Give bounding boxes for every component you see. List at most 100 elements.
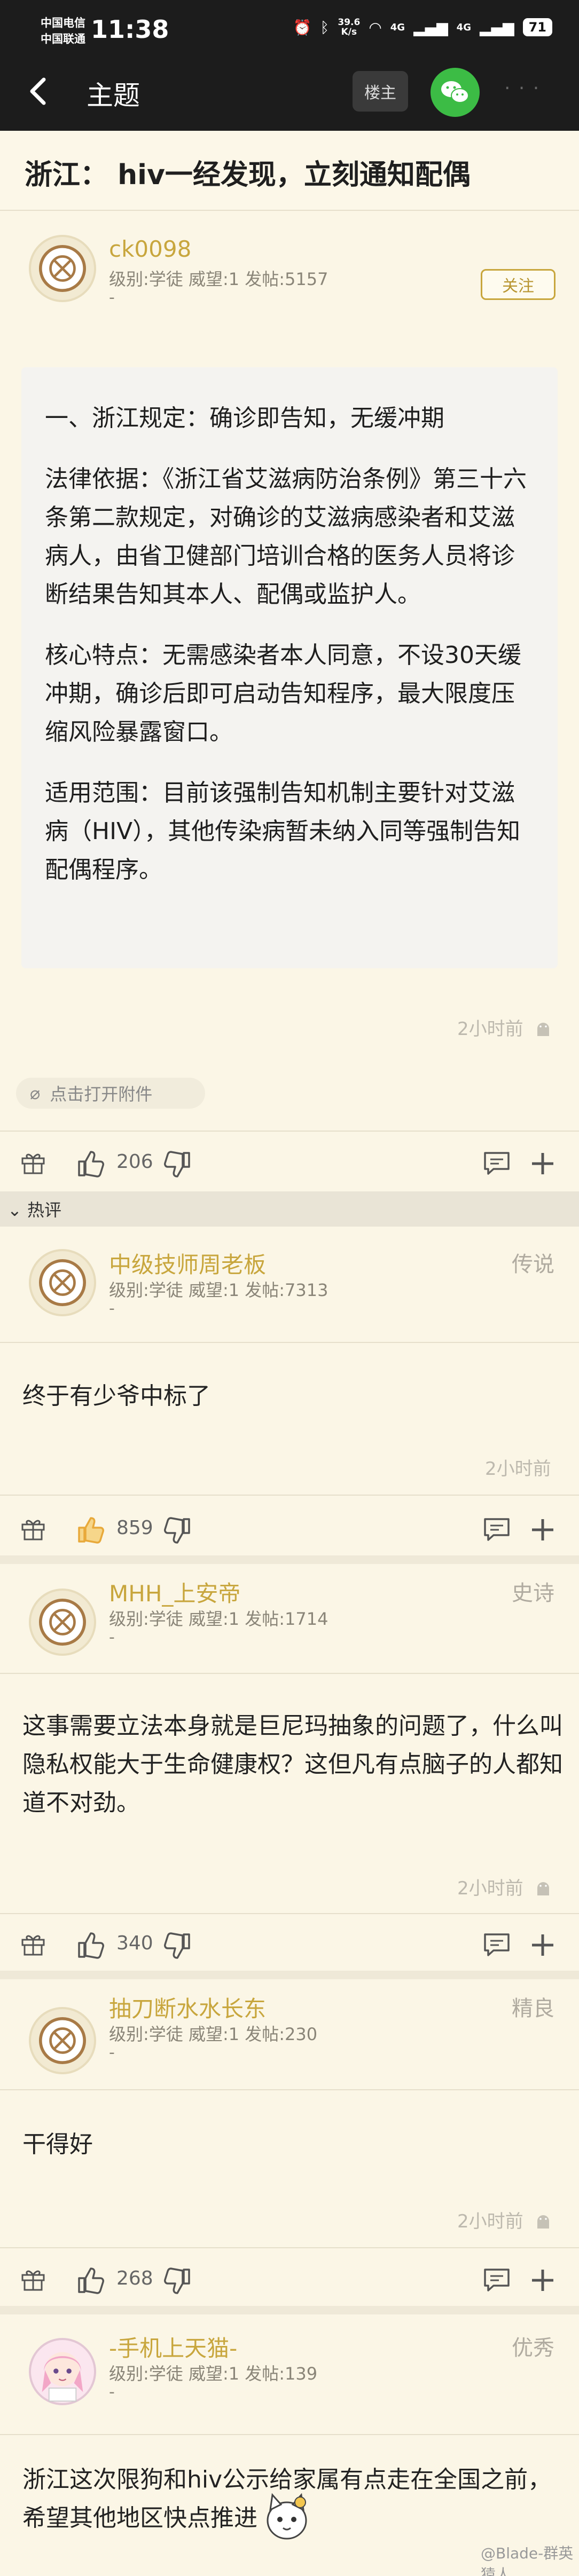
reply-username[interactable]: 抽刀断水水长东 (109, 1991, 266, 2024)
main-post-content: 一、浙江规定：确诊即告知，无缓冲期 法律依据：《浙江省艾滋病防治条例》第三十六条… (21, 367, 558, 968)
comment-icon[interactable] (483, 1517, 511, 1542)
reply-username[interactable]: 中级技师周老板 (109, 1247, 266, 1279)
thumbs-up-icon[interactable] (76, 1149, 106, 1179)
watermark: @Blade-群英猿人 (481, 2545, 574, 2576)
reply-username[interactable]: MHH_上安帝 (109, 1576, 240, 1608)
signal-2: 4G (456, 21, 471, 33)
rank-badge: 优秀 (512, 2336, 554, 2360)
like-count: 206 (116, 1151, 153, 1173)
plus-icon[interactable] (529, 1150, 557, 1178)
divider (0, 2089, 579, 2090)
rank-badge: 精良 (512, 1996, 554, 2021)
reply-meta: 级别:学徒 威望:1 发帖:7313 (109, 1280, 328, 1300)
thread-title: 浙江： hiv一经发现，立刻通知配偶 (0, 131, 579, 211)
divider (0, 1495, 579, 1496)
divider (0, 1673, 579, 1674)
page-title: 主题 (87, 80, 140, 111)
default-avatar-icon (38, 2017, 87, 2065)
post-time: 2小时前 (457, 1014, 551, 1040)
reply-username[interactable]: -手机上天猫- (109, 2330, 237, 2363)
divider (0, 1131, 579, 1132)
author-meta: 级别:学徒 威望:1 发帖:5157 (109, 269, 328, 289)
thumbs-down-icon[interactable] (162, 1150, 192, 1180)
status-bar: 中国电信 中国联通 11:38 ⏰ ᛒ 39.6 K/s ◠ 4G ▂▄▆ 4G … (0, 0, 579, 56)
reply-meta: 级别:学徒 威望:1 发帖:139 (109, 2364, 318, 2384)
system-icons: ⏰ ᛒ 39.6 K/s ◠ 4G ▂▄▆ 4G ▂▄▆ 71 (293, 18, 552, 37)
clock: 11:38 (91, 15, 169, 44)
rank-badge: 史诗 (512, 1581, 554, 1606)
hot-comments-header[interactable]: ⌄ 热评 (0, 1191, 579, 1227)
reply-dash: - (109, 1628, 115, 1647)
thumbs-up-icon[interactable] (76, 1930, 106, 1960)
main-post-actions: 206 (0, 1136, 579, 1189)
more-menu-button[interactable]: · · · (504, 77, 540, 99)
post-separator (0, 1971, 579, 1979)
gift-icon[interactable] (20, 2267, 46, 2292)
post-paragraph: 适用范围：目前该强制告知机制主要针对艾滋病（HIV），其他传染病暂未纳入同等强制… (45, 779, 521, 883)
default-avatar-icon (38, 1259, 87, 1307)
alarm-icon: ⏰ (293, 18, 312, 36)
avatar[interactable] (29, 1249, 96, 1316)
divider (0, 2247, 579, 2248)
back-arrow-icon[interactable] (24, 75, 56, 107)
comment-icon[interactable] (483, 2267, 511, 2292)
reply-content: 终于有少爷中标了 (22, 1382, 210, 1410)
thumbs-up-icon[interactable] (76, 2265, 106, 2295)
hot-comments-label: 热评 (27, 1200, 61, 1220)
post-paragraph: 一、浙江规定：确诊即告知，无缓冲期 (45, 405, 444, 432)
battery-level: 71 (522, 18, 552, 36)
like-count: 340 (116, 1932, 153, 1954)
signal-bars-icon: ▂▄▆ (413, 18, 448, 36)
android-device-icon (537, 2215, 550, 2229)
reply-dash: - (109, 2383, 115, 2401)
author-username[interactable]: ck0098 (109, 236, 191, 262)
op-only-button[interactable]: 楼主 (353, 71, 408, 112)
thumbs-down-icon[interactable] (162, 1516, 192, 1546)
gift-icon[interactable] (20, 1932, 46, 1957)
divider (0, 1342, 579, 1343)
wifi-icon: ◠ (369, 18, 382, 36)
gift-icon[interactable] (20, 1151, 46, 1175)
comment-icon[interactable] (483, 1151, 511, 1175)
reply-meta: 级别:学徒 威望:1 发帖:230 (109, 2024, 318, 2044)
reply-actions: 859 (0, 1502, 579, 1555)
thumbs-up-icon-active[interactable] (76, 1515, 106, 1545)
thumbs-down-icon[interactable] (162, 2266, 192, 2296)
plus-icon[interactable] (529, 1931, 557, 1959)
avatar[interactable] (29, 2007, 96, 2074)
reply-time: 2小时前 (457, 2207, 551, 2233)
carrier-2: 中国联通 (41, 33, 85, 45)
chevron-down-icon: ⌄ (7, 1200, 22, 1220)
default-avatar-icon (38, 244, 87, 293)
paperclip-icon: ⌀ (30, 1083, 41, 1103)
attachment-label: 点击打开附件 (50, 1084, 153, 1104)
reply-time: 2小时前 (457, 1874, 551, 1900)
plus-icon[interactable] (529, 1516, 557, 1544)
thumbs-down-icon[interactable] (162, 1931, 192, 1961)
reply-actions: 268 (0, 2253, 579, 2306)
avatar[interactable] (29, 235, 96, 302)
nav-bar: 主题 楼主 · · · (0, 56, 579, 131)
follow-button[interactable]: 关注 (481, 269, 555, 300)
reply-content: 干得好 (22, 2131, 93, 2158)
comment-icon[interactable] (483, 1932, 511, 1957)
gift-icon[interactable] (20, 1517, 46, 1542)
signal-bars-icon: ▂▄▆ (479, 18, 514, 36)
post-separator (0, 1555, 579, 1564)
android-device-icon (537, 1022, 550, 1036)
avatar[interactable] (29, 1589, 96, 1656)
wechat-share-button[interactable] (431, 68, 480, 117)
plus-icon[interactable] (529, 2266, 557, 2294)
reply-time: 2小时前 (485, 1458, 551, 1480)
like-count: 859 (116, 1517, 153, 1539)
reply-meta: 级别:学徒 威望:1 发帖:1714 (109, 1609, 328, 1629)
default-avatar-icon (38, 1598, 87, 1646)
bluetooth-icon: ᛒ (320, 18, 330, 36)
anime-avatar[interactable] (29, 2338, 96, 2405)
android-device-icon (537, 1882, 550, 1895)
rank-badge: 传说 (512, 1252, 554, 1277)
attachment-button[interactable]: ⌀ 点击打开附件 (16, 1078, 205, 1109)
wechat-icon (441, 81, 469, 103)
reply-dash: - (109, 1299, 115, 1318)
reply-dash: - (109, 2043, 115, 2062)
